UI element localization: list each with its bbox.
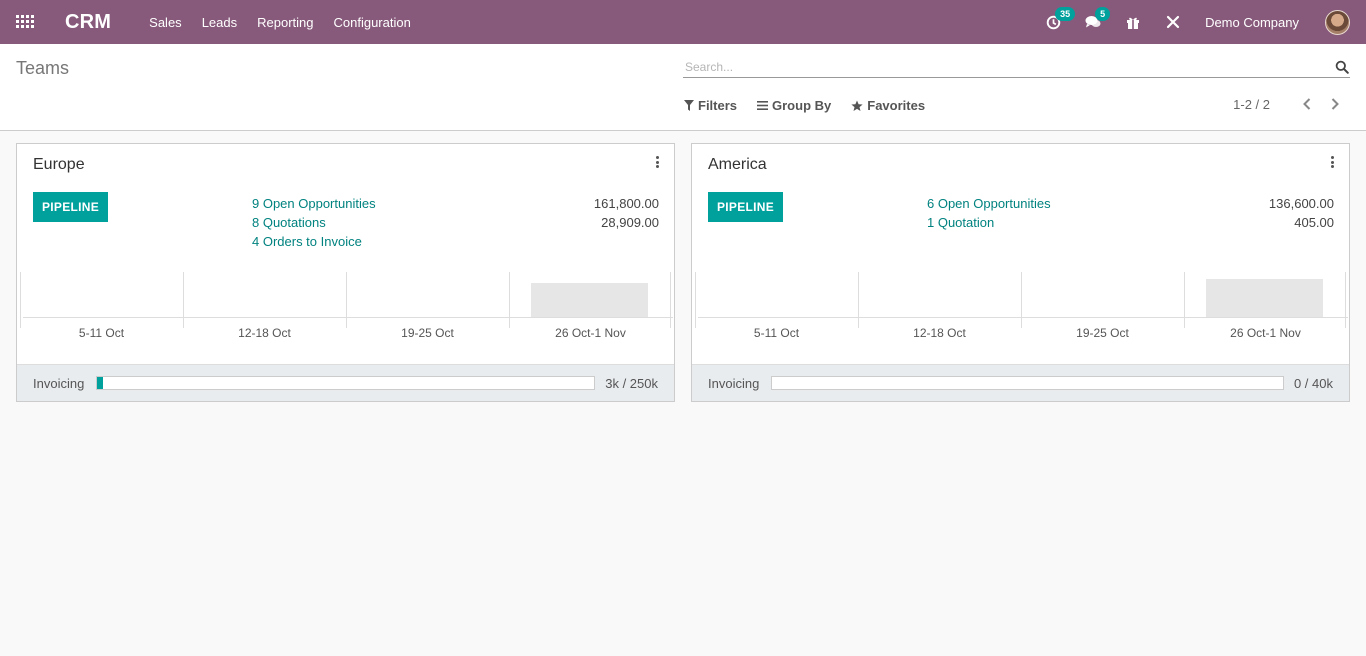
team-name: America (708, 156, 767, 173)
graph-gridline (670, 272, 671, 328)
filters-button[interactable]: Filters (684, 98, 737, 113)
gift-icon[interactable] (1125, 14, 1141, 30)
messages-chat-icon[interactable]: 5 (1085, 7, 1111, 30)
graph-gridline (695, 272, 696, 328)
invoicing-label: Invoicing (33, 375, 85, 391)
activities-badge: 35 (1055, 7, 1076, 21)
invoicing-progress-fill (97, 377, 103, 389)
open-opportunities-link[interactable]: 6 Open Opportunities (927, 196, 1051, 211)
team-stats: 9 Open Opportunities 161,800.00 8 Quotat… (252, 194, 659, 251)
menu-item-leads[interactable]: Leads (202, 15, 237, 30)
open-opportunities-value: 136,600.00 (1268, 196, 1334, 211)
week-label: 5-11 Oct (78, 326, 125, 340)
pipeline-button[interactable]: PIPELINE (708, 192, 783, 222)
week-label: 12-18 Oct (913, 326, 966, 340)
stat-row: 8 Quotations 28,909.00 (252, 213, 659, 232)
group-by-button[interactable]: Group By (757, 98, 831, 113)
orders-to-invoice-link[interactable]: 4 Orders to Invoice (252, 234, 362, 249)
search-options: Filters Group By Favorites (684, 98, 945, 113)
graph-baseline (23, 317, 673, 318)
graph-gridline (1021, 272, 1022, 328)
favorites-label: Favorites (867, 98, 926, 113)
week-label: 19-25 Oct (1076, 326, 1129, 340)
pager-next-icon[interactable] (1328, 96, 1342, 112)
open-opportunities-link[interactable]: 9 Open Opportunities (252, 196, 376, 211)
card-kebab-menu-icon[interactable] (654, 156, 660, 168)
card-kebab-menu-icon[interactable] (1329, 156, 1335, 168)
invoicing-label: Invoicing (708, 375, 760, 391)
pager-previous-icon[interactable] (1300, 96, 1314, 112)
stat-row: 6 Open Opportunities 136,600.00 (927, 194, 1334, 213)
graph-bar (1206, 279, 1323, 317)
stat-row: 9 Open Opportunities 161,800.00 (252, 194, 659, 213)
week-label: 26 Oct-1 Nov (1230, 326, 1301, 340)
pager-value[interactable]: 1-2 / 2 (1233, 97, 1270, 112)
pager: 1-2 / 2 (1233, 96, 1342, 112)
quotations-link[interactable]: 1 Quotation (927, 215, 994, 230)
sales-graph[interactable] (695, 272, 1348, 328)
invoicing-value: 3k / 250k (605, 375, 658, 391)
top-navbar: CRM Sales Leads Reporting Configuration … (0, 0, 1366, 44)
quotations-value: 28,909.00 (601, 215, 659, 230)
open-opportunities-value: 161,800.00 (593, 196, 659, 211)
activities-clock-icon[interactable]: 35 (1045, 7, 1076, 30)
stat-row: 4 Orders to Invoice (252, 232, 659, 251)
graph-week-labels: 5-11 Oct 12-18 Oct 19-25 Oct 26 Oct-1 No… (695, 326, 1347, 342)
week-label: 19-25 Oct (401, 326, 454, 340)
quotations-link[interactable]: 8 Quotations (252, 215, 326, 230)
card-footer: Invoicing 3k / 250k (17, 364, 674, 401)
menu-item-reporting[interactable]: Reporting (257, 15, 313, 30)
user-avatar[interactable] (1325, 9, 1350, 35)
search-icon[interactable] (1335, 60, 1349, 74)
quotations-value: 405.00 (1294, 215, 1334, 230)
invoicing-value: 0 / 40k (1293, 375, 1333, 391)
invoicing-progress-bar[interactable] (771, 376, 1284, 390)
week-label: 12-18 Oct (238, 326, 291, 340)
graph-gridline (183, 272, 184, 328)
search-input[interactable] (683, 59, 1335, 74)
team-card-europe: Europe PIPELINE 9 Open Opportunities 161… (16, 143, 675, 402)
team-card-america: America PIPELINE 6 Open Opportunities 13… (691, 143, 1350, 402)
group-by-label: Group By (772, 98, 832, 113)
graph-gridline (858, 272, 859, 328)
graph-gridline (20, 272, 21, 328)
team-stats: 6 Open Opportunities 136,600.00 1 Quotat… (927, 194, 1334, 232)
systray: 35 5 Demo Company (1045, 0, 1366, 44)
star-icon (851, 100, 863, 111)
company-switcher[interactable]: Demo Company (1205, 15, 1299, 30)
graph-gridline (346, 272, 347, 328)
graph-gridline (1184, 272, 1185, 328)
debug-tools-icon[interactable] (1165, 14, 1181, 30)
favorites-button[interactable]: Favorites (851, 98, 925, 113)
control-panel: Teams Filters Group By Favorites 1-2 / 2 (0, 44, 1366, 131)
messages-badge: 5 (1095, 7, 1111, 21)
graph-week-labels: 5-11 Oct 12-18 Oct 19-25 Oct 26 Oct-1 No… (20, 326, 672, 342)
sales-graph[interactable] (20, 272, 673, 328)
invoicing-progress-bar[interactable] (96, 376, 595, 390)
graph-baseline (698, 317, 1348, 318)
graph-gridline (1345, 272, 1346, 328)
filter-icon (684, 100, 694, 111)
week-label: 26 Oct-1 Nov (555, 326, 626, 340)
team-name: Europe (33, 156, 85, 173)
card-footer: Invoicing 0 / 40k (692, 364, 1349, 401)
search-box (683, 56, 1350, 78)
graph-gridline (509, 272, 510, 328)
apps-grid-icon[interactable] (16, 15, 34, 29)
graph-bar (531, 283, 648, 317)
main-menu: Sales Leads Reporting Configuration (149, 15, 431, 30)
menu-item-configuration[interactable]: Configuration (333, 15, 410, 30)
week-label: 5-11 Oct (753, 326, 800, 340)
app-brand[interactable]: CRM (65, 11, 111, 34)
menu-item-sales[interactable]: Sales (149, 15, 182, 30)
bars-icon (757, 101, 769, 110)
pipeline-button[interactable]: PIPELINE (33, 192, 108, 222)
filters-label: Filters (698, 98, 738, 113)
page-title: Teams (16, 58, 70, 78)
stat-row: 1 Quotation 405.00 (927, 213, 1334, 232)
